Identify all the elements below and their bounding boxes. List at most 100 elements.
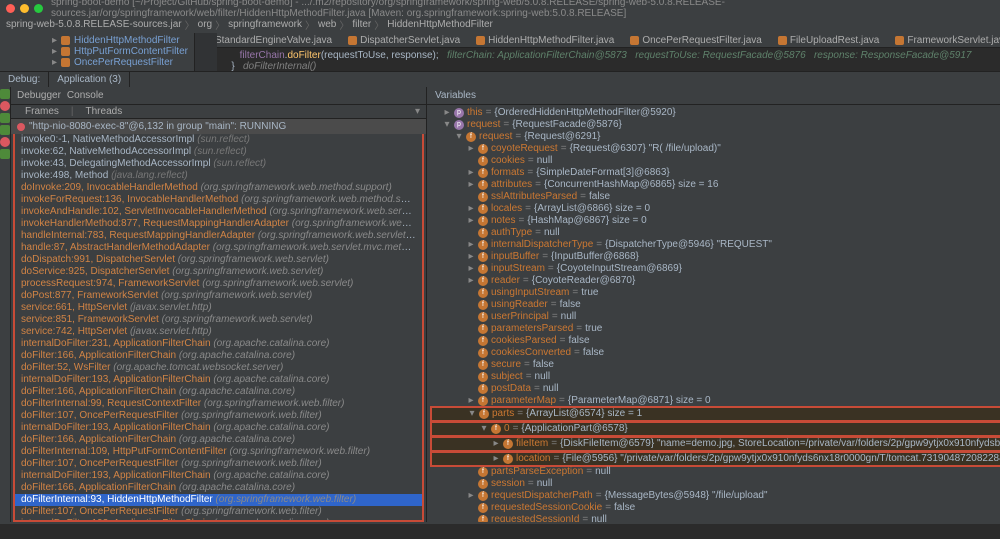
- variable-row[interactable]: fcookies = null: [431, 155, 1000, 167]
- stack-frame[interactable]: internalDoFilter:193, ApplicationFilterC…: [15, 518, 422, 522]
- variable-row[interactable]: fuserPrincipal = null: [431, 311, 1000, 323]
- stack-frame[interactable]: doFilterInternal:109, HttpPutFormContent…: [15, 446, 422, 458]
- frames-tab[interactable]: Frames: [19, 106, 65, 117]
- stack-frame[interactable]: doService:925, DispatcherServlet (org.sp…: [15, 266, 422, 278]
- stack-frame[interactable]: invoke:43, DelegatingMethodAccessorImpl …: [15, 158, 422, 170]
- stack-frame[interactable]: doFilter:107, OncePerRequestFilter (org.…: [15, 458, 422, 470]
- stack-frame[interactable]: invokeForRequest:136, InvocableHandlerMe…: [15, 194, 422, 206]
- variable-row[interactable]: ▸flocation = {File@5956} "/private/var/f…: [430, 451, 1000, 467]
- stack-frame[interactable]: internalDoFilter:193, ApplicationFilterC…: [15, 374, 422, 386]
- variable-row[interactable]: fusingReader = false: [431, 299, 1000, 311]
- variable-row[interactable]: fusingInputStream = true: [431, 287, 1000, 299]
- variable-row[interactable]: ▾frequest = {Request@6291}: [431, 131, 1000, 143]
- variable-row[interactable]: ▾prequest = {RequestFacade@5876}: [431, 119, 1000, 131]
- threads-tab[interactable]: Threads: [80, 106, 129, 117]
- stack-frame[interactable]: doFilter:166, ApplicationFilterChain (or…: [15, 434, 422, 446]
- variable-row[interactable]: ▸ffileItem = {DiskFileItem@6579} "name=d…: [430, 436, 1000, 452]
- bc-item[interactable]: filter: [352, 19, 371, 30]
- resume-icon[interactable]: [0, 113, 10, 123]
- stack-frame[interactable]: doDispatch:991, DispatcherServlet (org.s…: [15, 254, 422, 266]
- variables-tree[interactable]: ▸pthis = {OrderedHiddenHttpMethodFilter@…: [427, 105, 1000, 522]
- stack-frame[interactable]: invokeAndHandle:102, ServletInvocableHan…: [15, 206, 422, 218]
- stack-frame[interactable]: invokeHandlerMethod:877, RequestMappingH…: [15, 218, 422, 230]
- variable-row[interactable]: ▸fattributes = {ConcurrentHashMap@6865} …: [431, 179, 1000, 191]
- stack-frame[interactable]: doFilter:107, OncePerRequestFilter (org.…: [15, 410, 422, 422]
- editor-tabs[interactable]: StandardEngineValve.java DispatcherServl…: [195, 33, 1000, 48]
- variable-row[interactable]: fparametersParsed = true: [431, 323, 1000, 335]
- tab[interactable]: HiddenHttpMethodFilter.java: [468, 34, 622, 47]
- stack-frame[interactable]: service:851, FrameworkServlet (org.sprin…: [15, 314, 422, 326]
- bc-item[interactable]: org: [198, 19, 212, 30]
- toolwindow-toolbar[interactable]: [0, 87, 11, 522]
- variable-row[interactable]: ▸finternalDispatcherType = {DispatcherTy…: [431, 239, 1000, 251]
- stack-frame[interactable]: internalDoFilter:193, ApplicationFilterC…: [15, 422, 422, 434]
- stack-frame[interactable]: service:661, HttpServlet (javax.servlet.…: [15, 302, 422, 314]
- variable-row[interactable]: fsession = null: [431, 478, 1000, 490]
- stack-frame[interactable]: handleInternal:783, RequestMappingHandle…: [15, 230, 422, 242]
- tab[interactable]: DispatcherServlet.java: [340, 34, 468, 47]
- stack-frame[interactable]: internalDoFilter:231, ApplicationFilterC…: [15, 338, 422, 350]
- tree-item[interactable]: HttpPutFormContentFilter: [74, 46, 188, 57]
- thread-selector[interactable]: "http-nio-8080-exec-8"@6,132 in group "m…: [11, 119, 426, 134]
- tool-tab[interactable]: Console: [67, 90, 104, 101]
- stack-frame[interactable]: processRequest:974, FrameworkServlet (or…: [15, 278, 422, 290]
- stack-frame[interactable]: doFilter:166, ApplicationFilterChain (or…: [15, 386, 422, 398]
- variable-row[interactable]: ▸fnotes = {HashMap@6867} size = 0: [431, 215, 1000, 227]
- variable-row[interactable]: ▾f0 = {ApplicationPart@6578}: [430, 421, 1000, 437]
- stack-frame[interactable]: doFilter:166, ApplicationFilterChain (or…: [15, 482, 422, 494]
- bc-item[interactable]: HiddenHttpMethodFilter: [387, 19, 493, 30]
- stack-frame[interactable]: doFilter:166, ApplicationFilterChain (or…: [15, 350, 422, 362]
- tab[interactable]: FileUploadRest.java: [770, 34, 888, 47]
- bc-item[interactable]: springframework: [228, 19, 302, 30]
- tree-item[interactable]: OncePerRequestFilter: [74, 57, 173, 68]
- close-icon[interactable]: [6, 4, 15, 13]
- stop-icon[interactable]: [0, 101, 10, 111]
- stack-frame[interactable]: doInvoke:209, InvocableHandlerMethod (or…: [15, 182, 422, 194]
- variable-row[interactable]: ▸fformats = {SimpleDateFormat[3]@6863}: [431, 167, 1000, 179]
- stack-frame[interactable]: handle:87, AbstractHandlerMethodAdapter …: [15, 242, 422, 254]
- code-area[interactable]: filterChain.doFilter(requestToUse, respo…: [195, 48, 1000, 74]
- variable-row[interactable]: fsubject = null: [431, 371, 1000, 383]
- tree-item[interactable]: HiddenHttpMethodFilter: [74, 35, 180, 46]
- variable-row[interactable]: ▸flocales = {ArrayList@6866} size = 0: [431, 203, 1000, 215]
- variable-row[interactable]: ▸fcoyoteRequest = {Request@6307} "R( /fi…: [431, 143, 1000, 155]
- stack-frame[interactable]: doFilter:107, OncePerRequestFilter (org.…: [15, 506, 422, 518]
- frames-list[interactable]: invoke0:-1, NativeMethodAccessorImpl (su…: [13, 134, 424, 522]
- variable-row[interactable]: ▸finputStream = {CoyoteInputStream@6869}: [431, 263, 1000, 275]
- pause-icon[interactable]: [0, 125, 10, 135]
- stack-frame[interactable]: invoke:62, NativeMethodAccessorImpl (sun…: [15, 146, 422, 158]
- variable-row[interactable]: ▸freader = {CoyoteReader@6870}: [431, 275, 1000, 287]
- zoom-icon[interactable]: [34, 4, 43, 13]
- gutter[interactable]: [195, 33, 217, 71]
- variable-row[interactable]: fauthType = null: [431, 227, 1000, 239]
- stack-frame[interactable]: invoke:498, Method (java.lang.reflect): [15, 170, 422, 182]
- editor[interactable]: StandardEngineValve.java DispatcherServl…: [195, 33, 1000, 71]
- bc-item[interactable]: spring-web-5.0.8.RELEASE-sources.jar: [6, 19, 182, 30]
- variable-row[interactable]: fpartsParseException = null: [431, 466, 1000, 478]
- tab[interactable]: FrameworkServlet.java: [887, 34, 1000, 47]
- variable-row[interactable]: fcookiesParsed = false: [431, 335, 1000, 347]
- variable-row[interactable]: ▸finputBuffer = {InputBuffer@6868}: [431, 251, 1000, 263]
- mute-bp-icon[interactable]: [0, 137, 10, 147]
- rerun-icon[interactable]: [0, 89, 10, 99]
- variable-row[interactable]: ▸frequestDispatcherPath = {MessageBytes@…: [431, 490, 1000, 502]
- minimize-icon[interactable]: [20, 4, 29, 13]
- variable-row[interactable]: ▸pthis = {OrderedHiddenHttpMethodFilter@…: [431, 107, 1000, 119]
- stack-frame[interactable]: doPost:877, FrameworkServlet (org.spring…: [15, 290, 422, 302]
- tool-tab[interactable]: Debugger: [17, 90, 61, 101]
- stack-frame[interactable]: doFilterInternal:99, RequestContextFilte…: [15, 398, 422, 410]
- variable-row[interactable]: fcookiesConverted = false: [431, 347, 1000, 359]
- stack-frame[interactable]: doFilter:52, WsFilter (org.apache.tomcat…: [15, 362, 422, 374]
- chevron-down-icon[interactable]: ▾: [409, 106, 426, 117]
- variable-row[interactable]: frequestedSessionId = null: [431, 514, 1000, 522]
- stack-frame[interactable]: internalDoFilter:193, ApplicationFilterC…: [15, 470, 422, 482]
- stack-frame[interactable]: service:742, HttpServlet (javax.servlet.…: [15, 326, 422, 338]
- project-tree[interactable]: ▸HiddenHttpMethodFilter ▸HttpPutFormCont…: [0, 33, 195, 71]
- variable-row[interactable]: frequestedSessionCookie = false: [431, 502, 1000, 514]
- tab[interactable]: OncePerRequestFilter.java: [622, 34, 770, 47]
- window-controls[interactable]: [6, 4, 43, 13]
- run-config[interactable]: Application (3): [49, 72, 130, 87]
- view-bp-icon[interactable]: [0, 149, 10, 159]
- stack-frame[interactable]: invoke0:-1, NativeMethodAccessorImpl (su…: [15, 134, 422, 146]
- variable-row[interactable]: fpostData = null: [431, 383, 1000, 395]
